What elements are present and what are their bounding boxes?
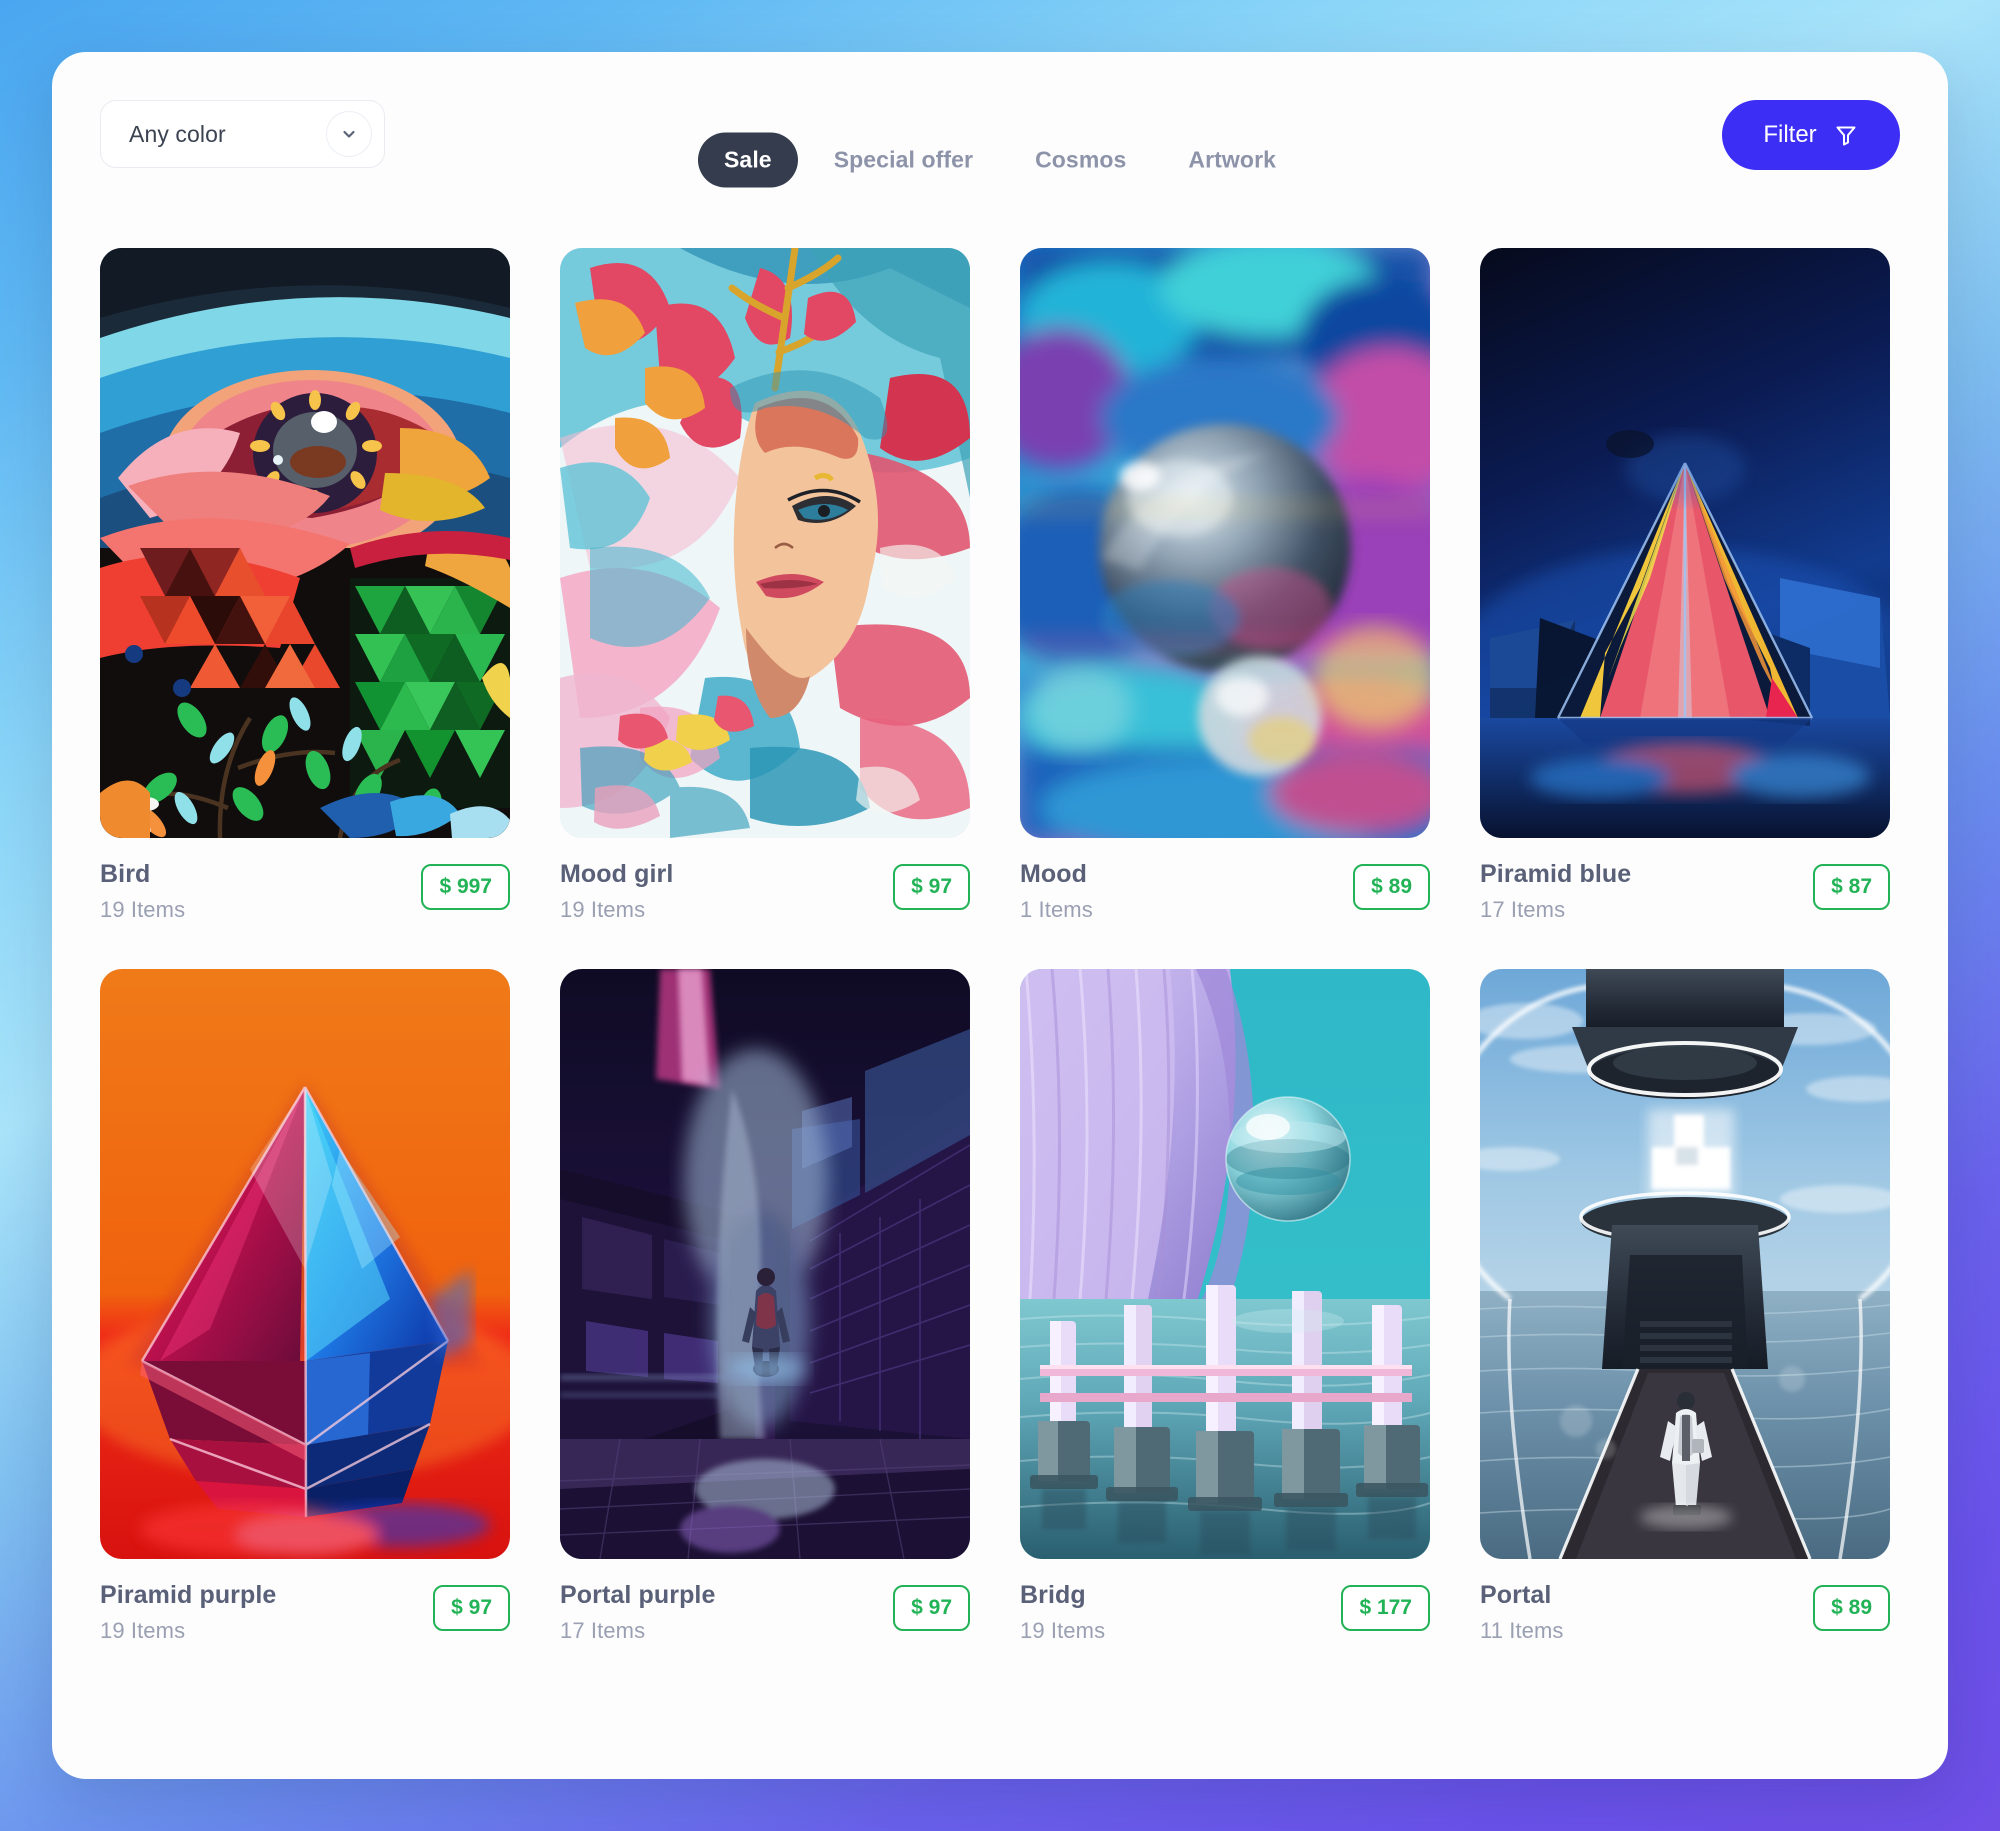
artwork-card[interactable]: Mood girl 19 Items $ 97 [560,248,970,923]
toolbar: Any color Sale Special offer Cosmos Artw… [52,52,1948,212]
artwork-thumbnail-portal[interactable] [1480,969,1890,1559]
artwork-thumbnail-bird[interactable] [100,248,510,838]
chevron-down-icon[interactable] [326,111,372,157]
artwork-thumbnail-mood[interactable] [1020,248,1430,838]
filter-button-label: Filter [1763,121,1817,148]
artwork-grid: Bird 19 Items $ 997 Mood girl 19 Items $… [100,248,1900,1644]
artwork-thumbnail-mood-girl[interactable] [560,248,970,838]
card-item-count: 19 Items [560,897,646,922]
card-meta: Bird 19 Items $ 997 [100,860,510,923]
card-item-count: 19 Items [100,897,186,922]
card-title: Piramid blue [1480,860,1632,888]
artwork-card[interactable]: Piramid purple 19 Items $ 97 [100,969,510,1644]
artwork-thumbnail-bridg[interactable] [1020,969,1430,1559]
card-item-count: 11 Items [1480,1618,1564,1643]
card-meta: Mood 1 Items $ 89 [1020,860,1430,923]
card-title: Piramid purple [100,1581,277,1609]
funnel-icon [1833,122,1859,148]
card-title: Portal purple [560,1581,716,1609]
tab-artwork[interactable]: Artwork [1162,133,1302,188]
card-text: Mood girl 19 Items [560,860,673,923]
card-meta: Mood girl 19 Items $ 97 [560,860,970,923]
artwork-card[interactable]: Bird 19 Items $ 997 [100,248,510,923]
card-item-count: 17 Items [560,1618,646,1643]
tab-special-offer[interactable]: Special offer [808,133,999,188]
card-item-count: 19 Items [100,1618,186,1643]
card-text: Portal purple 17 Items [560,1581,716,1644]
card-text: Mood 1 Items [1020,860,1093,923]
color-filter-select[interactable]: Any color [100,100,385,168]
card-item-count: 17 Items [1480,897,1566,922]
filter-button[interactable]: Filter [1722,100,1900,170]
price-badge: $ 997 [421,864,510,910]
price-badge: $ 87 [1813,864,1890,910]
artwork-thumbnail-piramid-blue[interactable] [1480,248,1890,838]
card-text: Bird 19 Items [100,860,185,923]
card-title: Bird [100,860,151,888]
price-badge: $ 97 [893,1585,970,1631]
card-title: Bridg [1020,1581,1086,1609]
price-badge: $ 89 [1813,1585,1890,1631]
card-meta: Piramid purple 19 Items $ 97 [100,1581,510,1644]
price-badge: $ 97 [433,1585,510,1631]
card-text: Piramid blue 17 Items [1480,860,1631,923]
artwork-thumbnail-portal-purple[interactable] [560,969,970,1559]
card-meta: Portal purple 17 Items $ 97 [560,1581,970,1644]
card-text: Bridg 19 Items [1020,1581,1105,1644]
artwork-card[interactable]: Piramid blue 17 Items $ 87 [1480,248,1890,923]
card-item-count: 19 Items [1020,1618,1106,1643]
card-text: Piramid purple 19 Items [100,1581,276,1644]
card-title: Mood girl [560,860,674,888]
card-meta: Piramid blue 17 Items $ 87 [1480,860,1890,923]
card-meta: Bridg 19 Items $ 177 [1020,1581,1430,1644]
card-title: Mood [1020,860,1088,888]
tab-sale[interactable]: Sale [697,132,798,188]
artwork-card[interactable]: Mood 1 Items $ 89 [1020,248,1430,923]
price-badge: $ 89 [1353,864,1430,910]
card-title: Portal [1480,1581,1552,1609]
price-badge: $ 97 [893,864,970,910]
card-text: Portal 11 Items [1480,1581,1564,1644]
artwork-card[interactable]: Portal 11 Items $ 89 [1480,969,1890,1644]
artwork-thumbnail-piramid-purple[interactable] [100,969,510,1559]
artwork-card[interactable]: Bridg 19 Items $ 177 [1020,969,1430,1644]
category-tabs: Sale Special offer Cosmos Artwork [697,132,1302,188]
price-badge: $ 177 [1341,1585,1430,1631]
artwork-card[interactable]: Portal purple 17 Items $ 97 [560,969,970,1644]
tab-cosmos[interactable]: Cosmos [1009,133,1152,188]
card-meta: Portal 11 Items $ 89 [1480,1581,1890,1644]
gallery-panel: Any color Sale Special offer Cosmos Artw… [52,52,1948,1779]
color-filter-value: Any color [129,120,226,147]
card-item-count: 1 Items [1020,897,1093,922]
